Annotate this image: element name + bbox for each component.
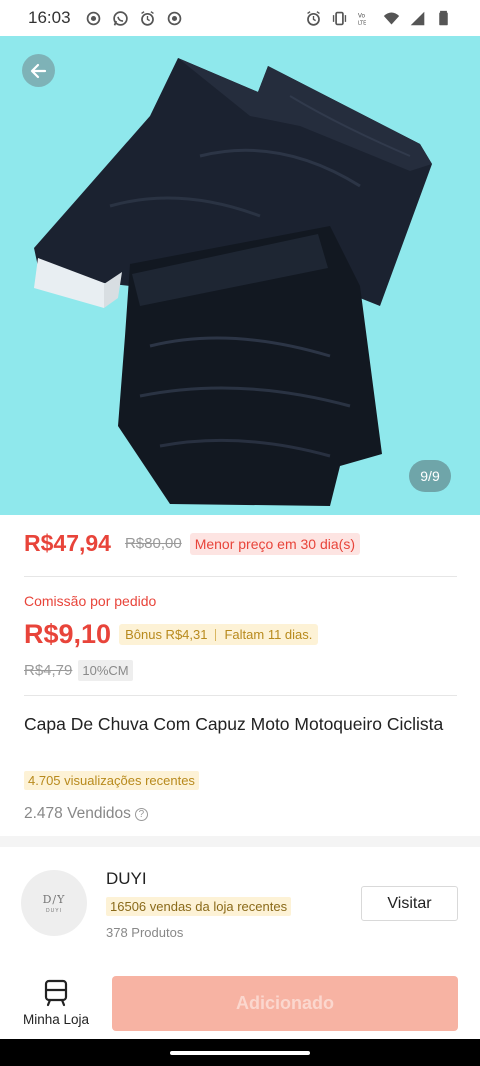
- commission-old-value: R$4,79: [24, 662, 73, 679]
- store-logo-mark: D/Y: [42, 892, 66, 906]
- store-product-count: 378 Produtos: [106, 925, 184, 940]
- lowest-price-badge: Menor preço em 30 dia(s): [189, 532, 360, 555]
- added-button[interactable]: Adicionado: [112, 976, 458, 1031]
- vibrate-icon: [332, 11, 347, 25]
- bonus-separator: [215, 628, 217, 641]
- store-name[interactable]: DUYI: [106, 869, 147, 889]
- whatsapp-icon: [112, 10, 128, 26]
- svg-text:Vo: Vo: [358, 12, 366, 19]
- bonus-amount: Bônus R$4,31: [125, 627, 208, 642]
- bonus-badge: Bônus R$4,31 Faltam 11 dias.: [119, 624, 319, 645]
- wifi-icon: [383, 12, 400, 24]
- views-badge: 4.705 visualizações recentes: [24, 771, 199, 790]
- commission-rate-badge: 10%CM: [78, 660, 133, 681]
- status-time: 16:03: [28, 8, 71, 27]
- original-price: R$80,00: [124, 535, 182, 552]
- alarm-icon-right: [307, 10, 320, 26]
- svg-text:LTE: LTE: [358, 20, 366, 26]
- commission-value: R$9,10: [24, 619, 112, 649]
- commission-old-row: R$4,79 10%CM: [24, 660, 133, 681]
- product-title: Capa De Chuva Com Capuz Moto Motoqueiro …: [24, 714, 444, 734]
- price-row: R$47,94 R$80,00 Menor preço em 30 dia(s): [24, 530, 360, 557]
- store-sales-badge: 16506 vendas da loja recentes: [106, 897, 292, 916]
- product-image[interactable]: 9/9: [0, 36, 480, 515]
- battery-icon: [439, 10, 448, 25]
- store-icon: [44, 979, 68, 1007]
- store-logo-text: DUYI: [46, 907, 62, 914]
- commission-row: R$9,10 Bônus R$4,31 Faltam 11 dias.: [24, 619, 319, 650]
- info-icon[interactable]: ?: [134, 807, 148, 821]
- system-nav-bar: [0, 1039, 480, 1066]
- back-button[interactable]: [22, 54, 55, 87]
- record-icon: [86, 11, 100, 25]
- commission-label: Comissão por pedido: [24, 593, 157, 609]
- divider: [24, 576, 457, 577]
- sold-count-row: 2.478 Vendidos ?: [24, 805, 148, 823]
- visit-store-button[interactable]: Visitar: [361, 886, 458, 921]
- record-icon-2: [167, 11, 181, 25]
- volte-icon: VoLTE: [358, 12, 366, 26]
- store-avatar[interactable]: D/Y DUYI: [21, 870, 87, 936]
- home-indicator[interactable]: [170, 1051, 310, 1055]
- signal-icon: [410, 11, 425, 25]
- bonus-days-left: Faltam 11 dias.: [224, 627, 313, 642]
- current-price: R$47,94: [24, 530, 111, 556]
- back-arrow-icon: [30, 63, 46, 78]
- sold-count: 2.478 Vendidos: [24, 805, 131, 822]
- status-system-icons: Vo LTE: [305, 10, 452, 27]
- status-notification-icons: [85, 10, 183, 27]
- my-store-label: Minha Loja: [22, 1012, 90, 1027]
- raincoat-illustration: [34, 58, 432, 506]
- divider: [24, 695, 457, 696]
- my-store-tab[interactable]: Minha Loja: [22, 979, 90, 1027]
- section-separator: [0, 836, 480, 847]
- alarm-icon: [140, 10, 154, 26]
- status-bar: 16:03 Vo LTE: [0, 0, 480, 36]
- image-counter: 9/9: [409, 460, 451, 492]
